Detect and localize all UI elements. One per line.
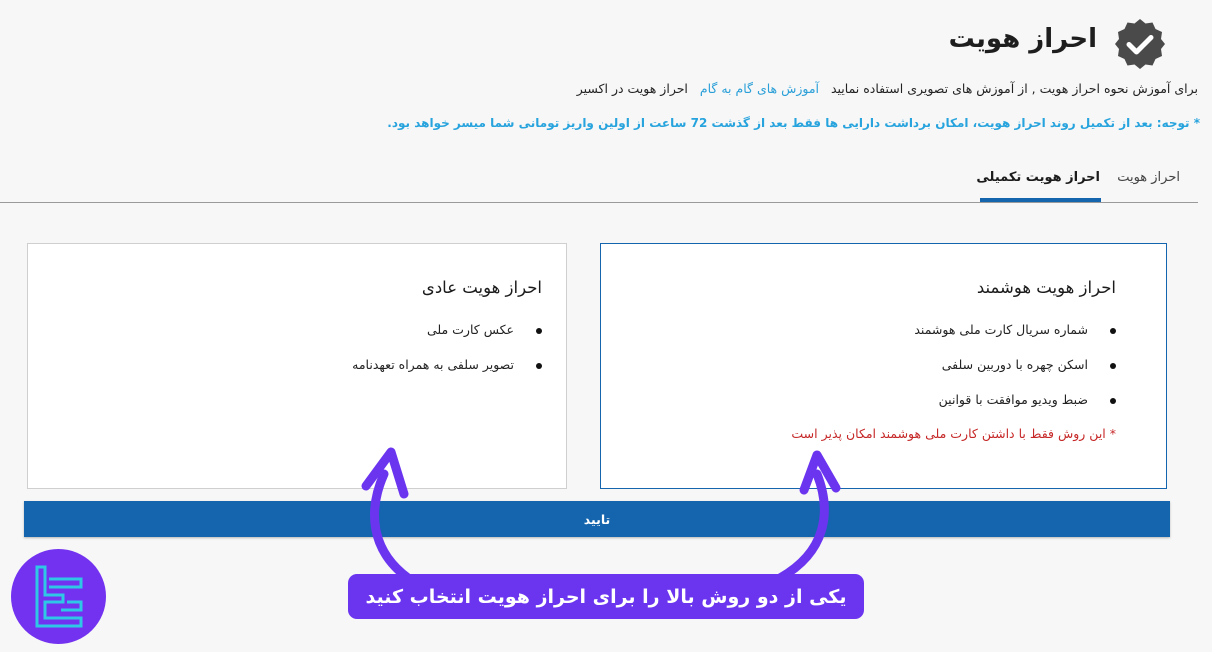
intro-description: برای آموزش نحوه احراز هویت , از آموزش ها… (830, 81, 1198, 96)
smart-kyc-title: احراز هویت هوشمند (976, 278, 1116, 297)
smart-kyc-requirements: شماره سریال کارت ملی هوشمند اسکن چهره با… (914, 322, 1116, 427)
bullet-icon (536, 363, 542, 369)
requirement-text: اسکن چهره با دوربین سلفی (941, 357, 1088, 372)
bullet-icon (1110, 328, 1116, 334)
list-item: اسکن چهره با دوربین سلفی (914, 357, 1116, 392)
smart-kyc-note: * این روش فقط با داشتن کارت ملی هوشمند ا… (791, 426, 1116, 441)
list-item: عکس کارت ملی (352, 322, 542, 357)
intro-suffix: احراز هویت در اکسیر (576, 81, 688, 96)
bullet-icon (1110, 398, 1116, 404)
smart-kyc-card[interactable]: احراز هویت هوشمند شماره سریال کارت ملی ه… (600, 243, 1167, 489)
verified-badge-icon (1115, 19, 1165, 69)
tab-advanced-kyc[interactable]: احراز هویت تکمیلی (976, 170, 1100, 185)
page-title: احراز هویت (948, 24, 1097, 54)
list-item: شماره سریال کارت ملی هوشمند (914, 322, 1116, 357)
requirement-text: عکس کارت ملی (426, 322, 514, 337)
normal-kyc-title: احراز هویت عادی (421, 278, 542, 297)
intro-text: برای آموزش نحوه احراز هویت , از آموزش ها… (577, 81, 1198, 96)
brand-logo-icon (11, 549, 106, 644)
tab-kyc[interactable]: احراز هویت (1117, 170, 1180, 185)
requirement-text: شماره سریال کارت ملی هوشمند (914, 322, 1088, 337)
requirement-text: تصویر سلفی به همراه تعهدنامه (352, 357, 514, 372)
bullet-icon (536, 328, 542, 334)
normal-kyc-card[interactable]: احراز هویت عادی عکس کارت ملی تصویر سلفی … (27, 243, 567, 489)
requirement-text: ضبط ویدیو موافقت با قوانین (938, 392, 1088, 407)
list-item: تصویر سلفی به همراه تعهدنامه (352, 357, 542, 392)
bullet-icon (1110, 363, 1116, 369)
tutorial-link[interactable]: آموزش های گام به گام (700, 81, 819, 96)
tabs-divider (0, 202, 1198, 203)
annotation-callout: یکی از دو روش بالا را برای احراز هویت ان… (348, 574, 864, 619)
list-item: ضبط ویدیو موافقت با قوانین (914, 392, 1116, 427)
withdrawal-notice: * توجه: بعد از تکمیل روند احراز هویت، ام… (387, 116, 1200, 130)
confirm-button[interactable]: تایید (24, 501, 1170, 537)
normal-kyc-requirements: عکس کارت ملی تصویر سلفی به همراه تعهدنام… (352, 322, 542, 392)
